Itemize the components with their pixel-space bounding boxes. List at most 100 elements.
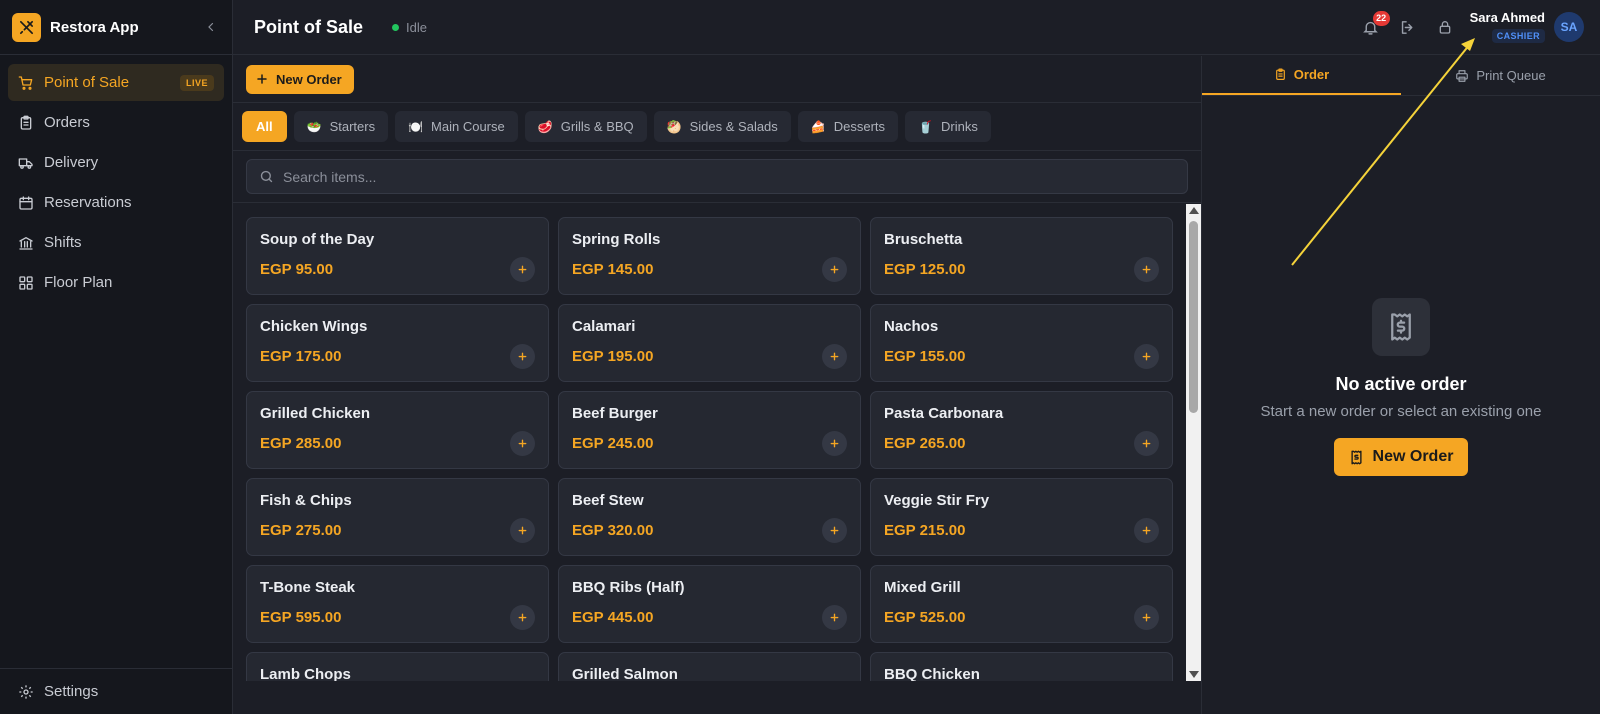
category-grills-bbq[interactable]: 🥩 Grills & BBQ xyxy=(524,111,647,142)
add-item-button[interactable] xyxy=(1134,431,1159,456)
page-title: Point of Sale xyxy=(254,16,364,37)
sidebar-item-orders[interactable]: Orders xyxy=(8,104,224,141)
menu-scrollbar[interactable] xyxy=(1186,204,1201,681)
add-item-button[interactable] xyxy=(822,257,847,282)
menu-item-card[interactable]: Fish & Chips EGP 275.00 xyxy=(246,478,549,556)
cake-icon: 🍰 xyxy=(810,119,826,134)
notifications-button[interactable]: 22 xyxy=(1358,11,1390,40)
sidebar: Restora App Point of Sale LIVE Orders De… xyxy=(0,0,233,714)
panel-tabs: Order Print Queue xyxy=(1202,56,1600,96)
sidebar-item-point-of-sale[interactable]: Point of Sale LIVE xyxy=(8,64,224,101)
sidebar-item-floor-plan[interactable]: Floor Plan xyxy=(8,264,224,301)
menu-item-card[interactable]: Calamari EGP 195.00 xyxy=(558,304,861,382)
cart-icon xyxy=(18,75,34,91)
printer-icon xyxy=(1455,69,1469,83)
status-text: Idle xyxy=(406,19,427,35)
search-box xyxy=(246,159,1188,194)
menu-item-card[interactable]: Chicken Wings EGP 175.00 xyxy=(246,304,549,382)
new-order-button[interactable]: New Order xyxy=(246,64,354,94)
avatar[interactable]: SA xyxy=(1554,12,1584,42)
scroll-down-arrow-icon[interactable] xyxy=(1189,671,1199,678)
add-item-button[interactable] xyxy=(822,431,847,456)
menu-item-card[interactable]: Beef Burger EGP 245.00 xyxy=(558,391,861,469)
sidebar-item-delivery[interactable]: Delivery xyxy=(8,144,224,181)
menu-item-card[interactable]: Mixed Grill EGP 525.00 xyxy=(870,565,1173,643)
menu-item-card[interactable]: Nachos EGP 155.00 xyxy=(870,304,1173,382)
tab-label: Print Queue xyxy=(1476,68,1546,83)
menu-grid: Soup of the Day EGP 95.00 Spring Rolls EGP … xyxy=(246,217,1173,681)
menu-item-price: EGP 175.00 xyxy=(260,348,342,365)
category-main-course[interactable]: 🍽️ Main Course xyxy=(395,111,518,142)
category-tabs: All 🥗 Starters 🍽️ Main Course 🥩 Grills & BB… xyxy=(233,103,1201,151)
user-name: Sara Ahmed xyxy=(1469,10,1545,25)
sidebar-nav: Point of Sale LIVE Orders Delivery Reser… xyxy=(0,55,232,301)
plus-icon xyxy=(1142,526,1151,535)
menu-item-card[interactable]: Grilled Chicken EGP 285.00 xyxy=(246,391,549,469)
category-sides-salads[interactable]: 🥙 Sides & Salads xyxy=(653,111,791,142)
menu-item-card[interactable]: Spring Rolls EGP 145.00 xyxy=(558,217,861,295)
add-item-button[interactable] xyxy=(1134,257,1159,282)
category-all[interactable]: All xyxy=(242,111,287,142)
menu-item-card[interactable]: Pasta Carbonara EGP 265.00 xyxy=(870,391,1173,469)
menu-item-card[interactable]: BBQ Ribs (Half) EGP 445.00 xyxy=(558,565,861,643)
category-desserts[interactable]: 🍰 Desserts xyxy=(797,111,899,142)
menu-item-card[interactable]: Soup of the Day EGP 95.00 xyxy=(246,217,549,295)
sidebar-item-label: Shifts xyxy=(44,234,82,251)
menu-item-card[interactable]: Grilled Salmon xyxy=(558,652,861,681)
add-item-button[interactable] xyxy=(510,257,535,282)
menu-item-price: EGP 155.00 xyxy=(884,348,966,365)
menu-item-card[interactable]: BBQ Chicken xyxy=(870,652,1173,681)
category-starters[interactable]: 🥗 Starters xyxy=(293,111,389,142)
add-item-button[interactable] xyxy=(510,518,535,543)
sidebar-item-reservations[interactable]: Reservations xyxy=(8,184,224,221)
menu-item-card[interactable]: T-Bone Steak EGP 595.00 xyxy=(246,565,549,643)
add-item-button[interactable] xyxy=(1134,344,1159,369)
sidebar-item-shifts[interactable]: Shifts xyxy=(8,224,224,261)
add-item-button[interactable] xyxy=(822,605,847,630)
menu-item-card[interactable]: Lamb Chops xyxy=(246,652,549,681)
panel-new-order-button[interactable]: New Order xyxy=(1334,438,1468,476)
category-label: Starters xyxy=(329,119,376,134)
status-dot-icon xyxy=(392,23,400,31)
sidebar-item-label: Floor Plan xyxy=(44,274,113,291)
category-label: Grills & BBQ xyxy=(560,119,634,134)
scroll-up-arrow-icon[interactable] xyxy=(1189,207,1199,214)
tab-order[interactable]: Order xyxy=(1202,56,1401,95)
plus-icon xyxy=(830,526,839,535)
live-badge: LIVE xyxy=(179,74,214,91)
menu-item-card[interactable]: Bruschetta EGP 125.00 xyxy=(870,217,1173,295)
clipboard-icon xyxy=(1274,68,1287,81)
add-item-button[interactable] xyxy=(510,431,535,456)
search-input[interactable] xyxy=(283,168,1175,185)
app-name: Restora App xyxy=(50,18,139,36)
search-icon xyxy=(259,169,274,184)
add-item-button[interactable] xyxy=(1134,605,1159,630)
add-item-button[interactable] xyxy=(1134,518,1159,543)
chevron-left-icon[interactable] xyxy=(202,18,220,36)
menu-item-card[interactable]: Veggie Stir Fry EGP 215.00 xyxy=(870,478,1173,556)
sidebar-item-settings[interactable]: Settings xyxy=(0,668,232,714)
lock-button[interactable] xyxy=(1432,14,1458,40)
empty-subtitle: Start a new order or select an existing … xyxy=(1260,403,1542,420)
drink-icon: 🥤 xyxy=(918,119,933,134)
truck-icon xyxy=(18,155,34,171)
menu-item-price: EGP 285.00 xyxy=(260,435,342,452)
add-item-button[interactable] xyxy=(822,518,847,543)
category-drinks[interactable]: 🥤 Drinks xyxy=(905,111,991,142)
toolbar: New Order xyxy=(233,56,1201,103)
add-item-button[interactable] xyxy=(822,344,847,369)
empty-title: No active order xyxy=(1335,374,1467,394)
add-item-button[interactable] xyxy=(510,344,535,369)
plus-icon xyxy=(518,352,527,361)
add-item-button[interactable] xyxy=(510,605,535,630)
bank-icon xyxy=(18,235,34,251)
menu-item-card[interactable]: Beef Stew EGP 320.00 xyxy=(558,478,861,556)
menu-grid-area: Soup of the Day EGP 95.00 Spring Rolls EGP … xyxy=(233,204,1201,681)
category-label: Drinks xyxy=(941,119,978,134)
tab-print-queue[interactable]: Print Queue xyxy=(1401,56,1600,95)
plus-icon xyxy=(1142,439,1151,448)
menu-item-name: Soup of the Day xyxy=(260,231,375,248)
scroll-thumb[interactable] xyxy=(1189,221,1198,413)
search-bar xyxy=(233,151,1201,203)
logout-button[interactable] xyxy=(1395,14,1421,40)
